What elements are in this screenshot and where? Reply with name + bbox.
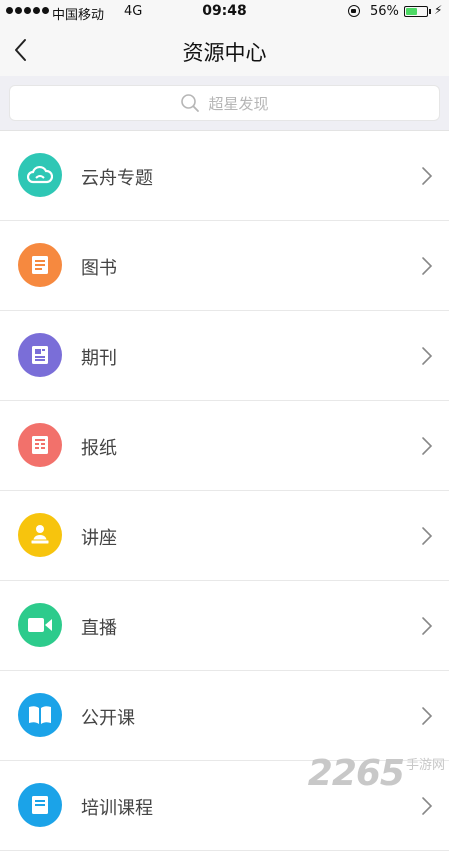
chevron-right-icon bbox=[422, 527, 433, 545]
video-icon bbox=[18, 603, 62, 647]
chevron-right-icon bbox=[422, 437, 433, 455]
chevron-right-icon bbox=[422, 797, 433, 815]
search-placeholder: 超星发现 bbox=[208, 94, 269, 113]
resource-list: 云舟专题 图书 期刊 报纸 讲座 直播 公开课 培训课程 bbox=[0, 131, 449, 851]
chevron-right-icon bbox=[422, 257, 433, 275]
list-item-label: 期刊 bbox=[81, 348, 117, 369]
watermark-logo: 2265 手游网 bbox=[308, 752, 445, 792]
journal-icon bbox=[18, 333, 62, 377]
battery-level bbox=[406, 8, 418, 15]
list-item-open-courses[interactable]: 公开课 bbox=[0, 671, 449, 761]
book-icon bbox=[18, 243, 62, 287]
list-item-yunzhou[interactable]: 云舟专题 bbox=[0, 131, 449, 221]
list-item-live[interactable]: 直播 bbox=[0, 581, 449, 671]
list-item-label: 公开课 bbox=[81, 708, 135, 729]
page-title: 资源中心 bbox=[182, 41, 267, 65]
list-item-label: 图书 bbox=[81, 258, 117, 279]
battery-tip bbox=[429, 9, 431, 14]
battery-percent: 56% bbox=[370, 4, 399, 19]
battery-icon bbox=[404, 6, 428, 17]
navigation-bar: 资源中心 bbox=[0, 24, 449, 76]
training-icon bbox=[18, 783, 62, 827]
chevron-right-icon bbox=[422, 707, 433, 725]
chevron-right-icon bbox=[422, 167, 433, 185]
status-bar: 中国移动 4G 09:48 56% ⚡ bbox=[0, 0, 449, 24]
charging-icon: ⚡ bbox=[434, 3, 443, 17]
search-icon bbox=[181, 94, 200, 112]
list-item-label: 培训课程 bbox=[81, 798, 153, 819]
open-book-icon bbox=[18, 693, 62, 737]
watermark-number: 2265 bbox=[307, 753, 405, 794]
list-item-label: 报纸 bbox=[81, 438, 117, 459]
newspaper-icon bbox=[18, 423, 62, 467]
list-item-label: 讲座 bbox=[81, 528, 117, 549]
cloud-icon bbox=[18, 153, 62, 197]
watermark-text: 手游网 bbox=[405, 758, 445, 773]
search-input[interactable]: 超星发现 bbox=[9, 85, 440, 121]
list-item-books[interactable]: 图书 bbox=[0, 221, 449, 311]
list-item-journals[interactable]: 期刊 bbox=[0, 311, 449, 401]
chevron-right-icon bbox=[422, 347, 433, 365]
rotation-lock-icon bbox=[348, 5, 360, 17]
list-item-label: 云舟专题 bbox=[81, 168, 153, 189]
lecture-icon bbox=[18, 513, 62, 557]
search-bar-container: 超星发现 bbox=[0, 76, 449, 131]
list-item-lectures[interactable]: 讲座 bbox=[0, 491, 449, 581]
list-item-newspapers[interactable]: 报纸 bbox=[0, 401, 449, 491]
chevron-right-icon bbox=[422, 617, 433, 635]
list-item-label: 直播 bbox=[81, 618, 117, 639]
